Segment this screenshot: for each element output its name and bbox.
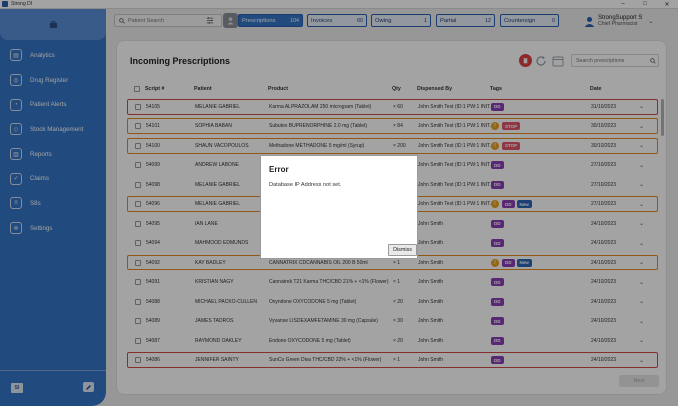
dialog-message: Database IP Address not set.	[269, 182, 342, 188]
error-dialog: Error Database IP Address not set. Dismi…	[260, 155, 418, 259]
dismiss-button[interactable]: Dismiss	[388, 244, 417, 256]
dialog-title: Error	[269, 165, 289, 174]
